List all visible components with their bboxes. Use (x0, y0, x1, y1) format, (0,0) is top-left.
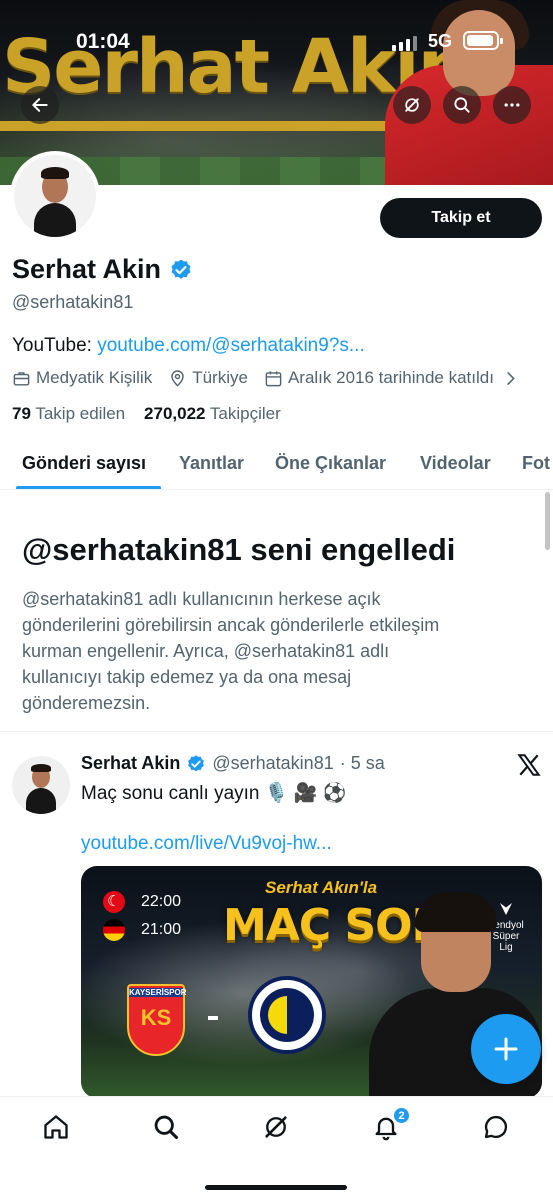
blocked-text: @serhatakin81 adlı kullanıcının herkese … (22, 589, 440, 713)
tab-videos[interactable]: Videolar (420, 453, 491, 474)
profile-name: Serhat Akin (12, 254, 193, 285)
team1-name: KAYSERİSPOR (129, 988, 187, 997)
kayserispor-badge: KAYSERİSPOR KS (127, 984, 187, 1056)
battery-icon (463, 31, 503, 50)
scrollbar[interactable] (545, 492, 550, 550)
plus-icon (494, 1037, 518, 1061)
more-button[interactable] (493, 86, 531, 124)
meta-location: Türkiye (168, 368, 248, 388)
grok-button[interactable] (393, 86, 431, 124)
profile-avatar[interactable] (10, 151, 100, 241)
joined-label: Aralık 2016 tarihinde katıldı (287, 368, 494, 387)
time-turkey: 22:00 (141, 893, 182, 910)
profile-tabs: Gönderi sayısı Yanıtlar Öne Çıkanlar Vid… (0, 440, 553, 490)
followers-label: Takipçiler (209, 404, 281, 423)
tab-photos[interactable]: Fot (522, 453, 550, 474)
profile-name-text: Serhat Akin (12, 254, 162, 284)
status-time: 01:04 (76, 30, 130, 53)
blocked-title: @serhatakin81 seni engelledi (22, 532, 456, 567)
team1-short: KS (140, 1005, 172, 1030)
verified-icon (188, 754, 205, 771)
tweet-header: Serhat Akin @serhatakin81 · 5 sa (81, 753, 385, 774)
media-subtitle: Serhat Akın'la (265, 878, 378, 897)
following-count: 79 (12, 404, 31, 423)
compose-button[interactable] (471, 1014, 541, 1084)
status-bar: 01:04 5G (0, 0, 553, 80)
nav-explore[interactable] (152, 1113, 180, 1141)
tab-posts[interactable]: Gönderi sayısı (22, 453, 146, 474)
fenerbahce-badge (248, 976, 326, 1054)
flag-turkey-icon (103, 891, 125, 913)
flag-germany-icon (103, 919, 125, 941)
time-germany: 21:00 (141, 921, 182, 938)
notifications-badge: 2 (393, 1107, 410, 1124)
nav-home[interactable] (42, 1113, 70, 1141)
category-label: Medyatik Kişilik (36, 368, 153, 387)
home-icon (44, 1115, 68, 1139)
followers-link[interactable]: 270,022 Takipçiler (144, 404, 281, 423)
profile-meta: Medyatik Kişilik Türkiye Aralık 2016 tar… (12, 368, 536, 388)
tab-indicator (16, 486, 161, 489)
location-icon (171, 369, 184, 387)
more-icon (504, 103, 520, 107)
search-icon (454, 97, 470, 113)
banner-underline (0, 121, 390, 131)
bio-link[interactable]: youtube.com/@serhatakin9?s... (97, 335, 364, 356)
grok-icon (405, 98, 419, 112)
tab-highlights[interactable]: Öne Çıkanlar (275, 453, 386, 474)
section-divider (0, 731, 553, 732)
explore-icon (154, 1115, 179, 1140)
profile-handle: @serhatakin81 (12, 292, 134, 312)
messages-icon (484, 1115, 508, 1139)
tweet-media[interactable]: 22:00 21:00 Serhat Akın'la MAÇ SONU tren… (81, 866, 542, 1098)
chevron-right-icon[interactable] (501, 369, 520, 388)
back-arrow-icon (32, 98, 48, 112)
tab-replies[interactable]: Yanıtlar (179, 453, 244, 474)
calendar-icon (265, 370, 282, 386)
nav-grok[interactable] (262, 1113, 290, 1141)
network-type: 5G (428, 31, 453, 51)
profile-bio: YouTube: youtube.com/@serhatakin9?s... (12, 335, 365, 357)
location-label: Türkiye (192, 368, 248, 387)
search-button[interactable] (443, 86, 481, 124)
nav-messages[interactable] (482, 1113, 510, 1141)
tweet-link[interactable]: youtube.com/live/Vu9voj-hw... (81, 833, 332, 855)
tweet-avatar[interactable] (12, 756, 70, 814)
followers-count: 270,022 (144, 404, 206, 423)
home-indicator (205, 1185, 347, 1190)
tweet-time[interactable]: · 5 sa (340, 753, 385, 774)
bio-prefix: YouTube: (12, 335, 92, 356)
tweet-author-handle[interactable]: @serhatakin81 (212, 753, 333, 774)
tweet-text: Maç sonu canlı yayın 🎙️ 🎥 ⚽ (81, 783, 347, 804)
back-button[interactable] (21, 86, 59, 124)
briefcase-icon (13, 371, 30, 386)
meta-category: Medyatik Kişilik (12, 368, 152, 388)
signal-icon (392, 35, 418, 51)
following-link[interactable]: 79 Takip edilen (12, 404, 125, 423)
tweet-author-name[interactable]: Serhat Akin (81, 753, 180, 774)
grok-icon (265, 1116, 287, 1138)
follow-stats: 79 Takip edilen 270,022 Takipçiler (12, 404, 281, 424)
verified-icon[interactable] (169, 258, 193, 282)
meta-joined: Aralık 2016 tarihinde katıldı (264, 368, 520, 388)
x-logo-icon (517, 754, 541, 776)
follow-button[interactable]: Takip et (380, 198, 542, 238)
vs-dash (208, 1016, 218, 1020)
following-label: Takip edilen (35, 404, 126, 423)
